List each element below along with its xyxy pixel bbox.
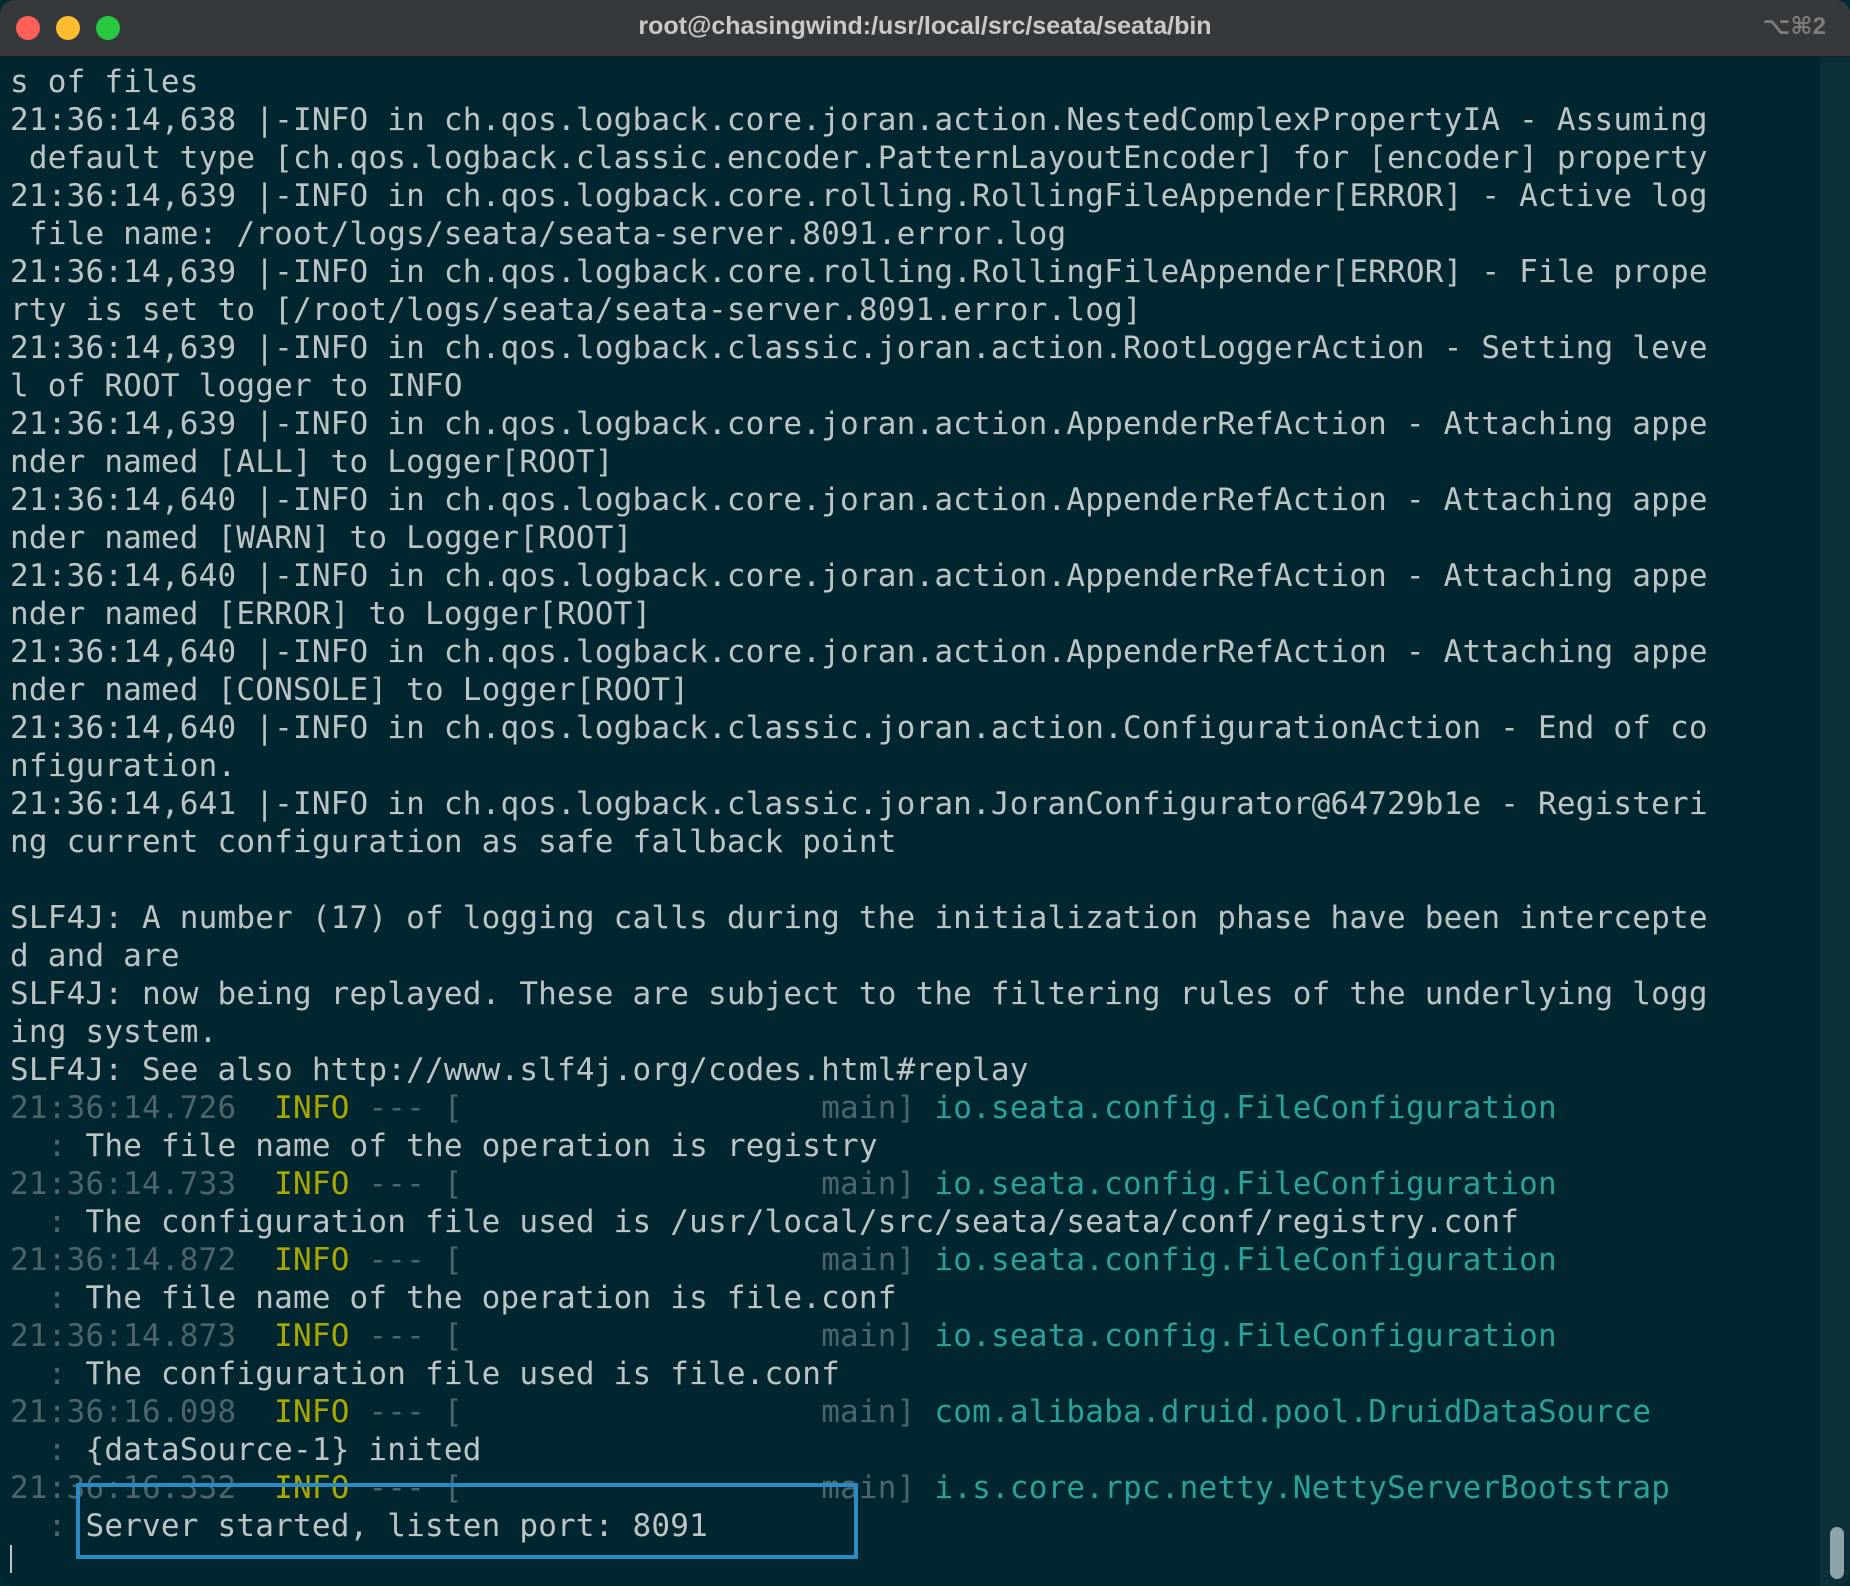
window-title: root@chasingwind:/usr/local/src/seata/se… — [638, 12, 1212, 40]
scrollbar[interactable] — [1820, 57, 1850, 1586]
log-line: 21:36:14,638 |-INFO in ch.qos.logback.co… — [10, 102, 1708, 138]
title-bar[interactable]: root@chasingwind:/usr/local/src/seata/se… — [0, 0, 1850, 57]
log-line: 21:36:14,639 |-INFO in ch.qos.logback.co… — [10, 178, 1708, 214]
log-message-prefix: : — [10, 1432, 86, 1468]
log-line: 21:36:14,639 |-INFO in ch.qos.logback.co… — [10, 254, 1708, 290]
log-line: SLF4J: See also http://www.slf4j.org/cod… — [10, 1052, 1029, 1088]
log-line: default type [ch.qos.logback.classic.enc… — [10, 140, 1708, 176]
log-entry-header: 21:36:14.733 INFO --- [ main] io.seata.c… — [10, 1165, 1708, 1203]
log-separator: --- [ — [349, 1242, 463, 1278]
log-line: SLF4J: A number (17) of logging calls du… — [10, 900, 1708, 936]
log-message: The file name of the operation is regist… — [85, 1128, 878, 1164]
log-logger: io.seata.config.FileConfiguration — [934, 1242, 1557, 1278]
log-level: INFO — [274, 1166, 350, 1202]
log-separator: --- [ — [349, 1318, 463, 1354]
log-line: 21:36:14,639 |-INFO in ch.qos.logback.cl… — [10, 330, 1708, 366]
log-message: {dataSource-1} inited — [85, 1432, 482, 1468]
log-level: INFO — [274, 1318, 350, 1354]
log-level: INFO — [274, 1242, 350, 1278]
log-line: nder named [CONSOLE] to Logger[ROOT] — [10, 672, 690, 708]
log-thread: main] — [821, 1318, 916, 1354]
log-logger: io.seata.config.FileConfiguration — [934, 1318, 1557, 1354]
log-line: ing system. — [10, 1014, 218, 1050]
log-separator: --- [ — [349, 1090, 463, 1126]
server-started-highlight — [76, 1483, 858, 1559]
log-line: 21:36:14,640 |-INFO in ch.qos.logback.co… — [10, 634, 1708, 670]
log-message: The file name of the operation is file.c… — [85, 1280, 897, 1316]
terminal-cursor — [10, 1545, 12, 1573]
log-logger: com.alibaba.druid.pool.DruidDataSource — [934, 1394, 1652, 1430]
log-thread: main] — [821, 1394, 916, 1430]
log-message-prefix: : — [10, 1508, 86, 1544]
log-line: SLF4J: now being replayed. These are sub… — [10, 976, 1708, 1012]
log-entry-header: 21:36:16.098 INFO --- [ main] com.alibab… — [10, 1393, 1708, 1431]
log-message-prefix: : — [10, 1356, 86, 1392]
log-timestamp: 21:36:14.733 — [10, 1166, 237, 1202]
log-timestamp: 21:36:14.872 — [10, 1242, 237, 1278]
log-line: 21:36:14,640 |-INFO in ch.qos.logback.cl… — [10, 710, 1708, 746]
log-separator: --- [ — [349, 1166, 463, 1202]
terminal-output[interactable]: s of files 21:36:14,638 |-INFO in ch.qos.… — [0, 57, 1820, 1586]
log-thread: main] — [821, 1166, 916, 1202]
log-line: nder named [ALL] to Logger[ROOT] — [10, 444, 614, 480]
log-message-prefix: : — [10, 1280, 86, 1316]
log-entry-message: : {dataSource-1} inited — [10, 1431, 1708, 1469]
log-line: d and are — [10, 938, 180, 974]
log-line: 21:36:14,639 |-INFO in ch.qos.logback.co… — [10, 406, 1708, 442]
log-thread: main] — [821, 1090, 916, 1126]
log-entry-message: : The configuration file used is file.co… — [10, 1355, 1708, 1393]
log-line: nder named [ERROR] to Logger[ROOT] — [10, 596, 652, 632]
log-message-prefix: : — [10, 1204, 86, 1240]
log-message-prefix: : — [10, 1128, 86, 1164]
log-line: nder named [WARN] to Logger[ROOT] — [10, 520, 633, 556]
log-logger: i.s.core.rpc.netty.NettyServerBootstrap — [934, 1470, 1671, 1506]
log-line: l of ROOT logger to INFO — [10, 368, 463, 404]
log-entry-header: 21:36:14.726 INFO --- [ main] io.seata.c… — [10, 1089, 1708, 1127]
log-entry-header: 21:36:14.872 INFO --- [ main] io.seata.c… — [10, 1241, 1708, 1279]
log-level: INFO — [274, 1394, 350, 1430]
log-entry-message: : The file name of the operation is regi… — [10, 1127, 1708, 1165]
log-line: 21:36:14,641 |-INFO in ch.qos.logback.cl… — [10, 786, 1708, 822]
log-logger: io.seata.config.FileConfiguration — [934, 1166, 1557, 1202]
log-line: 21:36:14,640 |-INFO in ch.qos.logback.co… — [10, 558, 1708, 594]
log-thread: main] — [821, 1242, 916, 1278]
tab-shortcut-label: ⌥⌘2 — [1762, 13, 1826, 40]
log-timestamp: 21:36:14.873 — [10, 1318, 237, 1354]
log-line: rty is set to [/root/logs/seata/seata-se… — [10, 292, 1142, 328]
log-line: file name: /root/logs/seata/seata-server… — [10, 216, 1067, 252]
log-line: 21:36:14,640 |-INFO in ch.qos.logback.co… — [10, 482, 1708, 518]
log-logger: io.seata.config.FileConfiguration — [934, 1090, 1557, 1126]
log-timestamp: 21:36:16.098 — [10, 1394, 237, 1430]
log-level: INFO — [274, 1090, 350, 1126]
scrollbar-thumb[interactable] — [1830, 1527, 1844, 1579]
log-entry-message: : The configuration file used is /usr/lo… — [10, 1203, 1708, 1241]
log-separator: --- [ — [349, 1394, 463, 1430]
log-message: The configuration file used is file.conf — [85, 1356, 841, 1392]
log-line: s of files — [10, 64, 199, 100]
log-line: ng current configuration as safe fallbac… — [10, 824, 897, 860]
log-timestamp: 21:36:14.726 — [10, 1090, 237, 1126]
log-entry-header: 21:36:14.873 INFO --- [ main] io.seata.c… — [10, 1317, 1708, 1355]
log-entry-message: : The file name of the operation is file… — [10, 1279, 1708, 1317]
log-line: nfiguration. — [10, 748, 237, 784]
terminal-lines: s of files 21:36:14,638 |-INFO in ch.qos.… — [10, 63, 1708, 1545]
log-message: The configuration file used is /usr/loca… — [85, 1204, 1520, 1240]
terminal-window: root@chasingwind:/usr/local/src/seata/se… — [0, 0, 1850, 1586]
